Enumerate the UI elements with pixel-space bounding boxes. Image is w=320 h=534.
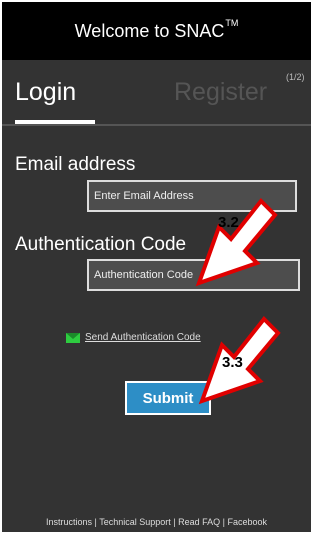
login-panel: Login Register (1/2) Email address Enter…: [2, 60, 311, 532]
trademark-mark: TM: [225, 18, 239, 28]
footer-links[interactable]: Instructions | Technical Support | Read …: [2, 517, 311, 527]
send-code-row: Send Authentication Code: [66, 332, 201, 343]
callout-arrow-3-3: [198, 315, 281, 405]
callout-arrow-3-2: [195, 197, 278, 287]
step-indicator: (1/2): [286, 72, 305, 82]
envelope-icon: [66, 332, 80, 343]
callout-label-3-3: 3.3: [222, 354, 243, 371]
app-header: Welcome to SNAC TM: [2, 2, 311, 60]
header-title: Welcome to SNAC: [74, 20, 225, 41]
send-code-link[interactable]: Send Authentication Code: [85, 332, 201, 343]
tab-divider: [2, 124, 311, 126]
tab-register[interactable]: Register: [174, 78, 267, 107]
auth-code-label: Authentication Code: [15, 234, 187, 255]
tab-login[interactable]: Login: [15, 78, 76, 107]
email-label: Email address: [15, 154, 136, 175]
callout-label-3-2: 3.2: [218, 214, 239, 231]
